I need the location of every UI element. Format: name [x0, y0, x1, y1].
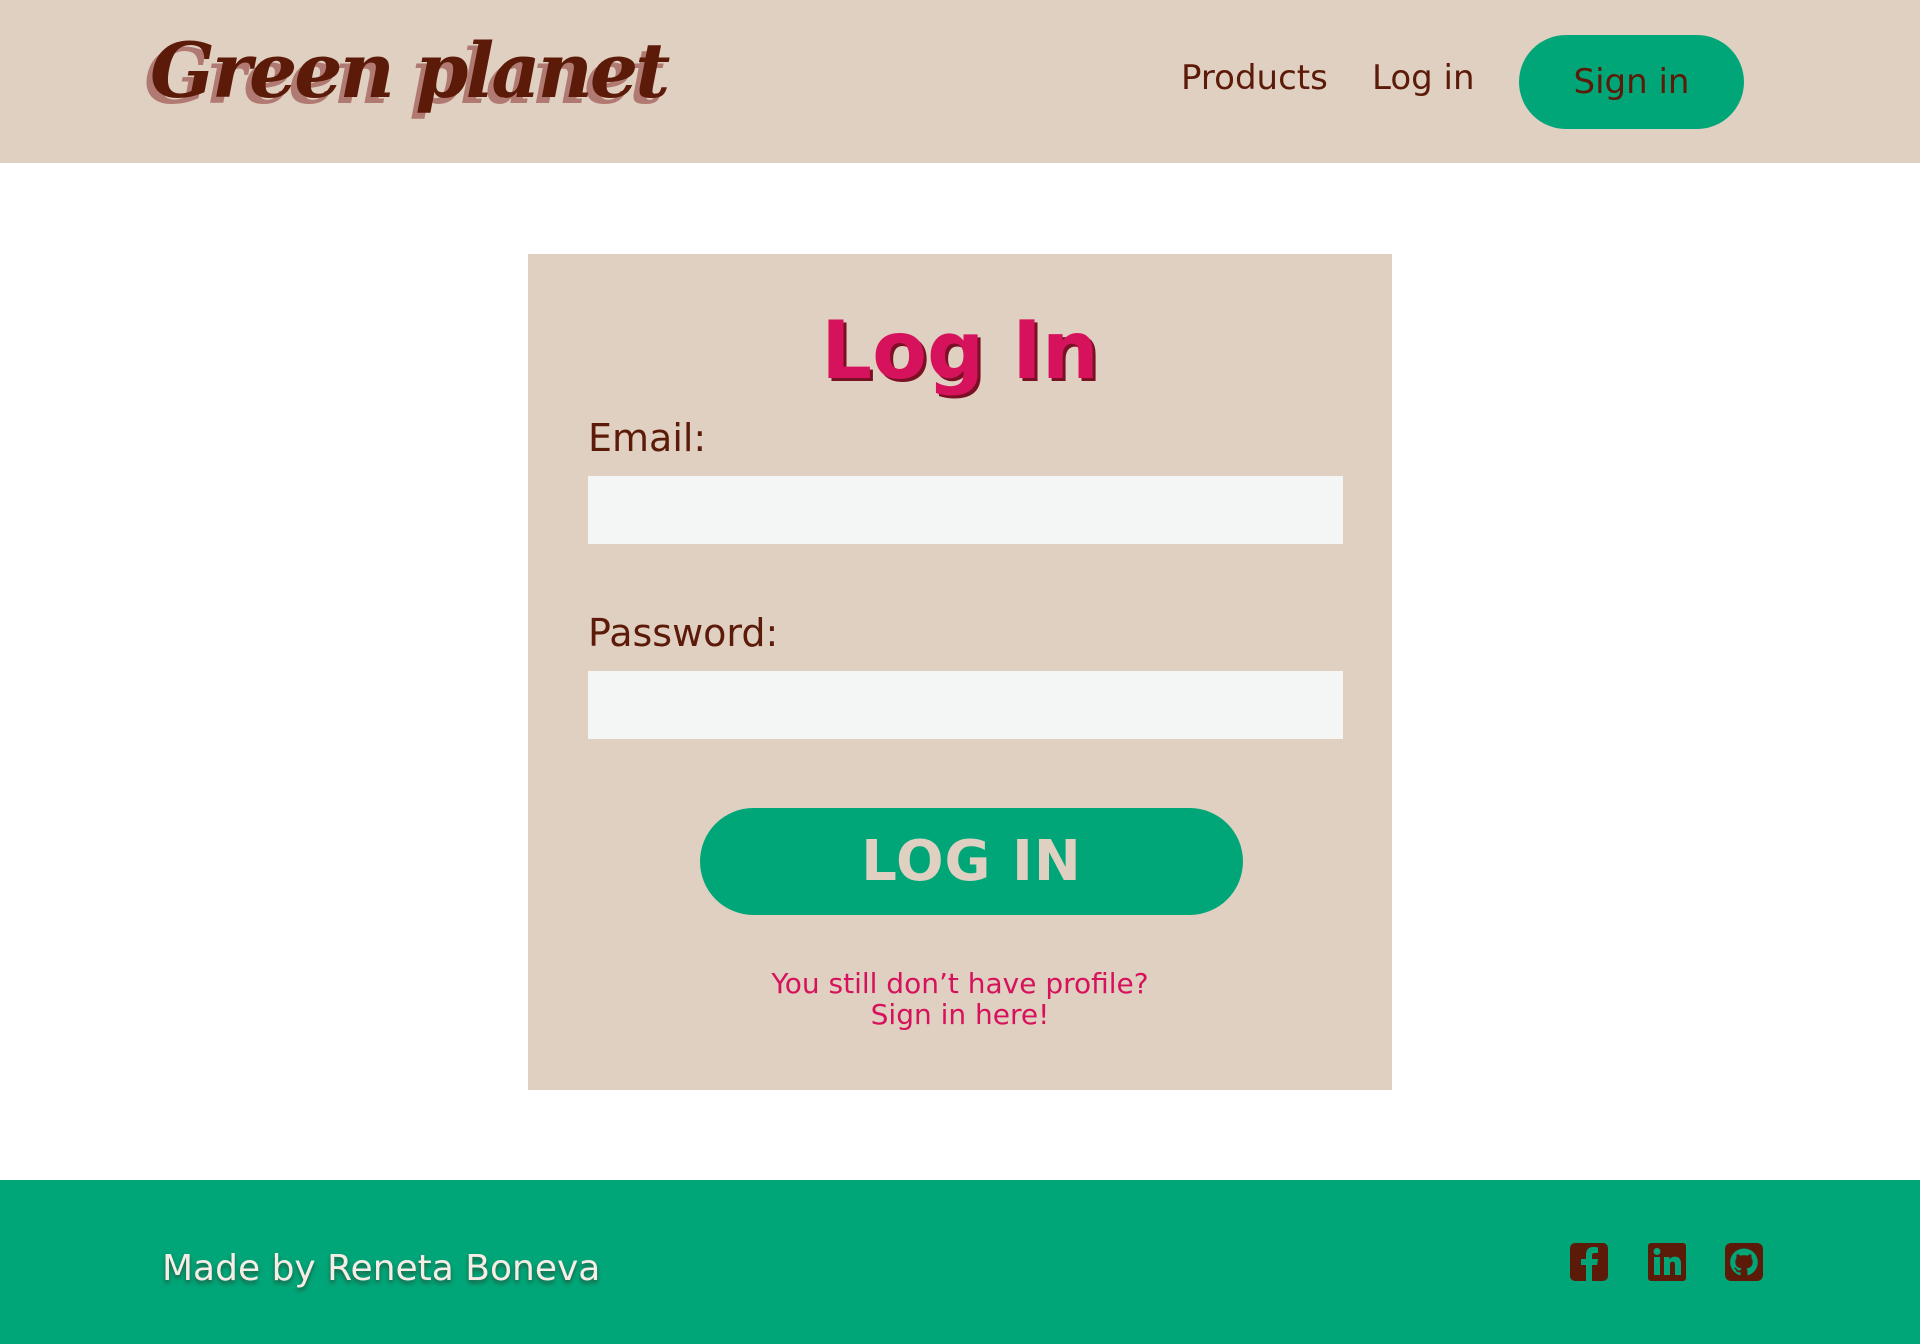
- email-label: Email:: [588, 416, 707, 460]
- github-icon[interactable]: [1724, 1242, 1764, 1282]
- footer-credit: Made by Reneta Boneva: [162, 1248, 601, 1289]
- nav-login-link[interactable]: Log in: [1372, 58, 1475, 98]
- signup-hint: You still don’t have profile? Sign in he…: [528, 968, 1392, 1030]
- facebook-icon[interactable]: [1569, 1242, 1609, 1282]
- signup-hint-text: You still don’t have profile?: [771, 967, 1149, 1000]
- site-header: Green planet Products Log in Sign in: [0, 0, 1920, 163]
- signup-link[interactable]: Sign in here!: [871, 998, 1050, 1031]
- login-card: Log In Email: Password: LOG IN You still…: [528, 254, 1392, 1090]
- site-logo[interactable]: Green planet: [150, 26, 670, 115]
- email-input[interactable]: [588, 476, 1343, 544]
- nav-products-link[interactable]: Products: [1181, 58, 1328, 98]
- site-footer: Made by Reneta Boneva: [0, 1180, 1920, 1344]
- password-label: Password:: [588, 611, 779, 655]
- nav-signin-button[interactable]: Sign in: [1519, 35, 1744, 129]
- password-input[interactable]: [588, 671, 1343, 739]
- login-title: Log In: [821, 304, 1099, 397]
- login-submit-button[interactable]: LOG IN: [700, 808, 1243, 915]
- linkedin-icon[interactable]: [1647, 1242, 1687, 1282]
